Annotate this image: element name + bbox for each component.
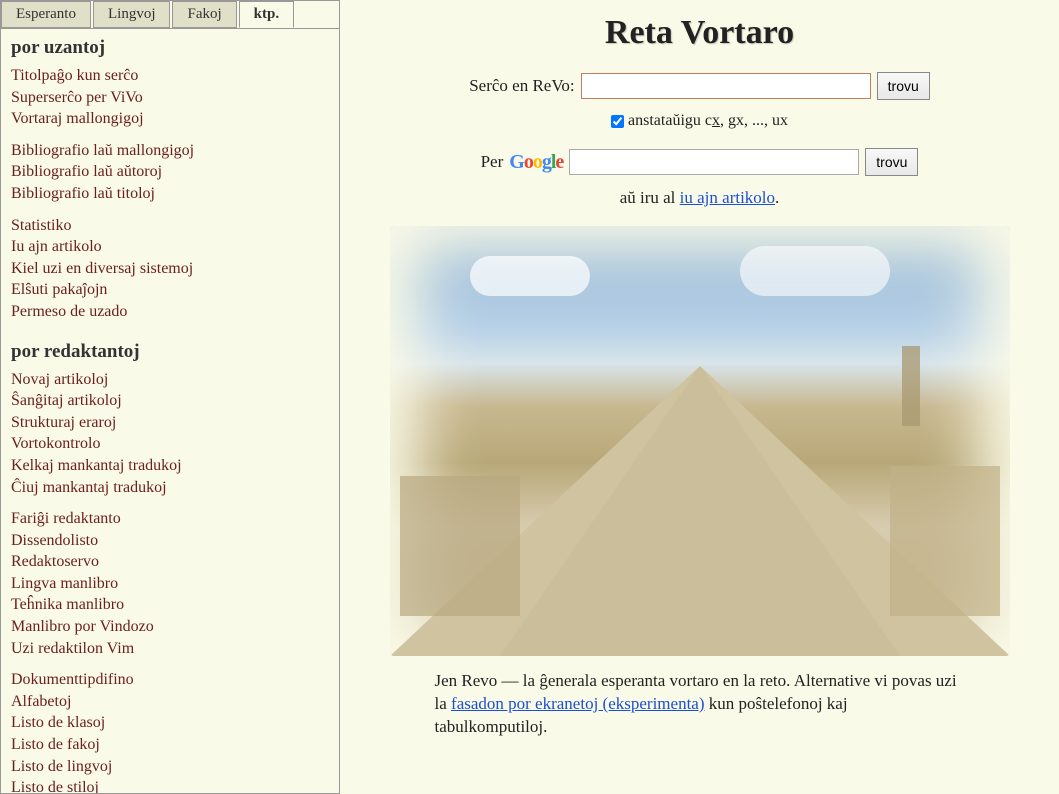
checkbox-label-post: , gx, ..., ux — [720, 112, 788, 129]
sidebar-link[interactable]: Dissendolisto — [11, 530, 329, 552]
sidebar-link[interactable]: Manlibro por Vindozo — [11, 616, 329, 638]
sidebar-link[interactable]: Bibliografio laŭ titoloj — [11, 183, 329, 205]
description-text: Jen Revo — la ĝenerala esperanta vortaro… — [415, 670, 985, 739]
sidebar-link[interactable]: Listo de fakoj — [11, 734, 329, 756]
sidebar-link[interactable]: Strukturaj eraroj — [11, 412, 329, 434]
sidebar-link[interactable]: Novaj artikoloj — [11, 369, 329, 391]
sidebar-link[interactable]: Iu ajn artikolo — [11, 236, 329, 258]
sidebar-link[interactable]: Listo de stiloj — [11, 777, 329, 794]
per-label: Per — [481, 152, 504, 172]
search-input-revo[interactable] — [581, 73, 871, 99]
search-row-google: Per Google trovu — [360, 148, 1039, 176]
sidebar-link[interactable]: Vortokontrolo — [11, 433, 329, 455]
sidebar-link[interactable]: Listo de lingvoj — [11, 756, 329, 778]
sidebar-link[interactable]: Redaktoservo — [11, 551, 329, 573]
search-label: Serĉo en ReVo: — [469, 76, 574, 96]
page-title: Reta Vortaro — [360, 0, 1039, 72]
link-group-4: Novaj artikolojŜanĝitaj artikolojStruktu… — [1, 369, 339, 509]
or-text-pre: aŭ iru al — [620, 188, 680, 207]
substitute-checkbox[interactable] — [611, 115, 624, 128]
google-logo: Google — [509, 151, 563, 174]
section-users-header: por uzantoj — [1, 29, 339, 65]
sidebar-link[interactable]: Lingva manlibro — [11, 573, 329, 595]
facade-link[interactable]: fasadon por ekranetoj (eksperimenta) — [451, 694, 704, 713]
sidebar-link[interactable]: Vortaraj mallongigoj — [11, 108, 329, 130]
random-article-link[interactable]: iu ajn artikolo — [680, 188, 775, 207]
sidebar-link[interactable]: Ŝanĝitaj artikoloj — [11, 390, 329, 412]
tab-bar: EsperantoLingvojFakojktp. — [1, 1, 339, 29]
sidebar: EsperantoLingvojFakojktp. por uzantoj Ti… — [0, 0, 340, 794]
sidebar-link[interactable]: Kiel uzi en diversaj sistemoj — [11, 258, 329, 280]
checkbox-label-underline: x — [712, 112, 720, 129]
sidebar-link[interactable]: Fariĝi redaktanto — [11, 508, 329, 530]
sidebar-link[interactable]: Superserĉo per ViVo — [11, 87, 329, 109]
sidebar-link[interactable]: Titolpaĝo kun serĉo — [11, 65, 329, 87]
hero-image — [390, 226, 1010, 656]
sidebar-link[interactable]: Bibliografio laŭ aŭtoroj — [11, 161, 329, 183]
sidebar-link[interactable]: Permeso de uzado — [11, 301, 329, 323]
or-text-post: . — [775, 188, 779, 207]
sidebar-link[interactable]: Alfabetoj — [11, 691, 329, 713]
tab-ktp.[interactable]: ktp. — [239, 1, 294, 28]
sidebar-link[interactable]: Statistiko — [11, 215, 329, 237]
link-group-5: Fariĝi redaktantoDissendolistoRedaktoser… — [1, 508, 339, 669]
sidebar-link[interactable]: Bibliografio laŭ mallongigoj — [11, 140, 329, 162]
search-input-google[interactable] — [569, 149, 859, 175]
link-group-6: DokumenttipdifinoAlfabetojListo de klaso… — [1, 669, 339, 794]
search-button-revo[interactable]: trovu — [877, 72, 930, 100]
search-row-revo: Serĉo en ReVo: trovu — [360, 72, 1039, 100]
link-group-3: StatistikoIu ajn artikoloKiel uzi en div… — [1, 215, 339, 333]
tab-lingvoj[interactable]: Lingvoj — [93, 1, 171, 28]
search-button-google[interactable]: trovu — [865, 148, 918, 176]
checkbox-row: anstataŭigu cx, gx, ..., ux — [360, 112, 1039, 130]
section-editors-header: por redaktantoj — [1, 333, 339, 369]
sidebar-link[interactable]: Uzi redaktilon Vim — [11, 638, 329, 660]
sidebar-link[interactable]: Dokumenttipdifino — [11, 669, 329, 691]
sidebar-link[interactable]: Kelkaj mankantaj tradukoj — [11, 455, 329, 477]
main-content: Reta Vortaro Serĉo en ReVo: trovu anstat… — [340, 0, 1059, 794]
link-group-2: Bibliografio laŭ mallongigojBibliografio… — [1, 140, 339, 215]
sidebar-link[interactable]: Elŝuti pakaĵojn — [11, 279, 329, 301]
random-article-text: aŭ iru al iu ajn artikolo. — [360, 188, 1039, 208]
sidebar-link[interactable]: Teĥnika manlibro — [11, 594, 329, 616]
tab-fakoj[interactable]: Fakoj — [172, 1, 236, 28]
sidebar-link[interactable]: Listo de klasoj — [11, 712, 329, 734]
tab-esperanto[interactable]: Esperanto — [1, 1, 91, 28]
checkbox-label-pre: anstataŭigu c — [628, 112, 712, 129]
sidebar-link[interactable]: Ĉiuj mankantaj tradukoj — [11, 477, 329, 499]
link-group-1: Titolpaĝo kun serĉoSuperserĉo per ViVoVo… — [1, 65, 339, 140]
